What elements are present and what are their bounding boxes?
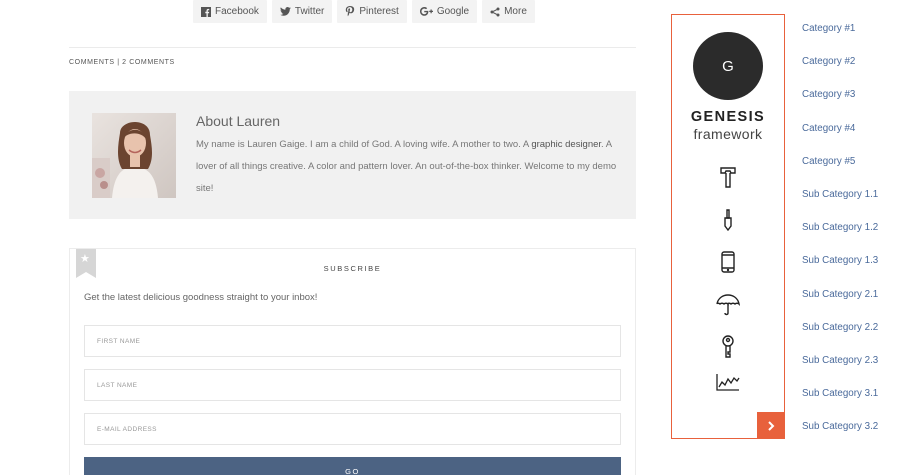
comments-count-link[interactable]: 2 Comments	[122, 59, 175, 66]
chevron-right-icon	[768, 420, 775, 431]
chart-icon[interactable]	[714, 370, 742, 394]
author-bio-text-1: My name is Lauren Gaige. I am a child of…	[196, 139, 532, 150]
subscribe-widget: ★ SUBSCRIBE Get the latest delicious goo…	[69, 248, 636, 475]
category-item[interactable]: Sub Category 2.3	[802, 344, 878, 377]
facebook-share-button[interactable]: Facebook	[193, 0, 267, 23]
mobile-icon[interactable]	[716, 250, 740, 274]
key-icon[interactable]	[716, 335, 740, 359]
twitter-label: Twitter	[294, 6, 325, 17]
email-field[interactable]: E-MAIL ADDRESS	[84, 413, 621, 445]
google-share-button[interactable]: Google	[411, 0, 478, 23]
chisel-icon[interactable]	[716, 208, 740, 232]
subscribe-description: Get the latest delicious goodness straig…	[84, 292, 318, 303]
hammer-icon[interactable]	[716, 165, 740, 189]
umbrella-icon[interactable]	[716, 293, 740, 317]
genesis-tagline: framework	[693, 126, 763, 142]
content-divider	[69, 47, 636, 48]
google-label: Google	[436, 6, 470, 17]
category-item[interactable]: Sub Category 2.2	[802, 311, 878, 344]
more-label: More	[504, 6, 527, 17]
category-item[interactable]: Category #4	[802, 112, 878, 145]
share-bar: Facebook Twitter Pinterest Google More	[193, 0, 535, 23]
comments-link[interactable]: Comments	[69, 59, 115, 66]
author-box: About Lauren My name is Lauren Gaige. I …	[69, 91, 636, 219]
share-icon	[490, 7, 500, 16]
more-share-button[interactable]: More	[482, 0, 535, 23]
panel-next-button[interactable]	[757, 412, 785, 439]
comments-separator: |	[117, 59, 120, 66]
subscribe-go-button[interactable]: GO	[84, 457, 621, 475]
subscribe-title: SUBSCRIBE	[323, 264, 382, 273]
category-item[interactable]: Sub Category 1.2	[802, 211, 878, 244]
facebook-icon	[201, 6, 211, 17]
facebook-label: Facebook	[215, 6, 259, 17]
category-item[interactable]: Category #3	[802, 78, 878, 111]
google-plus-icon	[419, 7, 433, 16]
category-item[interactable]: Sub Category 3.2	[802, 410, 878, 443]
category-item[interactable]: Category #5	[802, 145, 878, 178]
category-item[interactable]: Sub Category 1.3	[802, 244, 878, 277]
category-item[interactable]: Sub Category 1.1	[802, 178, 878, 211]
pinterest-icon	[346, 6, 355, 17]
last-name-field[interactable]: LAST NAME	[84, 369, 621, 401]
author-avatar	[92, 113, 176, 198]
category-list: Category #1 Category #2 Category #3 Cate…	[802, 12, 878, 443]
genesis-theme-panel: G GENESIS framework	[671, 14, 785, 439]
category-item[interactable]: Category #1	[802, 12, 878, 45]
graphic-designer-link[interactable]: graphic designer	[531, 139, 601, 150]
comments-meta: Comments | 2 Comments	[69, 59, 175, 66]
first-name-field[interactable]: FIRST NAME	[84, 325, 621, 357]
author-bio: My name is Lauren Gaige. I am a child of…	[196, 134, 621, 200]
category-item[interactable]: Sub Category 3.1	[802, 377, 878, 410]
author-box-title: About Lauren	[196, 113, 281, 129]
genesis-logo: G	[693, 32, 763, 100]
genesis-brand: GENESIS	[690, 109, 766, 125]
category-item[interactable]: Category #2	[802, 45, 878, 78]
pinterest-label: Pinterest	[359, 6, 399, 17]
pinterest-share-button[interactable]: Pinterest	[337, 0, 407, 23]
category-item[interactable]: Sub Category 2.1	[802, 278, 878, 311]
twitter-icon	[280, 7, 291, 16]
twitter-share-button[interactable]: Twitter	[271, 0, 333, 23]
